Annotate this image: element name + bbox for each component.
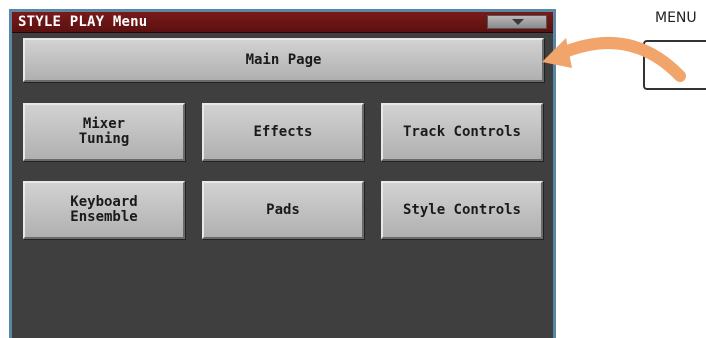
pads-button[interactable]: Pads xyxy=(202,181,364,239)
triangle-down-icon xyxy=(512,19,524,25)
curved-arrow-icon xyxy=(542,37,686,82)
style-controls-button[interactable]: Style Controls xyxy=(381,181,543,239)
title-bar: STYLE PLAY Menu xyxy=(12,12,553,33)
mixer-tuning-button[interactable]: Mixer Tuning xyxy=(23,103,185,161)
display-screen: STYLE PLAY Menu Main Page Mixer Tuning E… xyxy=(9,9,556,338)
keyboard-ensemble-button[interactable]: Keyboard Ensemble xyxy=(23,181,185,239)
menu-panel-label: MENU xyxy=(655,10,697,26)
effects-button[interactable]: Effects xyxy=(202,103,364,161)
main-page-button[interactable]: Main Page xyxy=(23,38,544,82)
page-menu-button[interactable] xyxy=(487,15,547,29)
track-controls-button[interactable]: Track Controls xyxy=(381,103,543,161)
window-title: STYLE PLAY Menu xyxy=(18,14,148,30)
